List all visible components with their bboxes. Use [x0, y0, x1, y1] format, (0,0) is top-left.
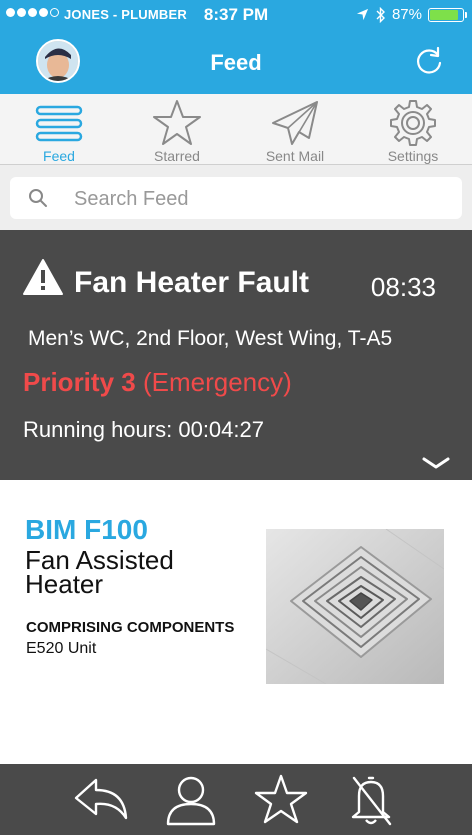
- bluetooth-icon: [376, 6, 385, 23]
- priority-level: (Emergency): [142, 367, 292, 397]
- person-icon[interactable]: [162, 774, 220, 826]
- running-hours-value: 00:04:27: [178, 417, 264, 442]
- ceiling-air-vent-photo: [266, 529, 444, 684]
- tab-feed[interactable]: Feed: [0, 94, 118, 164]
- fault-alert-card[interactable]: Fan Heater Fault 08:33 Men’s WC, 2nd Flo…: [0, 230, 472, 480]
- gear-icon: [390, 100, 436, 146]
- location-arrow-icon: [356, 8, 369, 21]
- asset-name: Fan Assisted Heater: [25, 545, 174, 599]
- tab-starred[interactable]: Starred: [118, 94, 236, 164]
- star-icon[interactable]: [252, 774, 310, 826]
- priority-label: Priority 3: [23, 367, 136, 397]
- search-box[interactable]: [10, 177, 462, 219]
- reply-icon[interactable]: [72, 774, 130, 826]
- warning-icon: [23, 259, 63, 295]
- tab-settings[interactable]: Settings: [354, 94, 472, 164]
- alert-title: Fan Heater Fault: [74, 266, 310, 299]
- page-title: Feed: [210, 50, 262, 75]
- alert-time: 08:33: [370, 272, 436, 302]
- tab-label: Settings: [387, 148, 439, 164]
- tab-sent-mail[interactable]: Sent Mail: [236, 94, 354, 164]
- chevron-down-icon[interactable]: [422, 456, 450, 470]
- running-hours-label: Running hours:: [23, 417, 173, 442]
- search-bar-container: [0, 165, 472, 230]
- status-bar: JONES - PLUMBER 8:37 PM 87%: [0, 0, 472, 30]
- tab-label: Feed: [43, 148, 75, 164]
- components-heading: COMPRISING COMPONENTS: [26, 619, 235, 636]
- alert-location: Men’s WC, 2nd Floor, West Wing, T-A5: [28, 327, 393, 350]
- nav-bar: Feed: [0, 30, 472, 94]
- alert-priority: Priority 3 (Emergency): [23, 367, 292, 398]
- asset-detail: BIM F100 Fan Assisted Heater COMPRISING …: [0, 480, 472, 764]
- menu-lines-icon: [35, 105, 83, 142]
- battery-percent: 87%: [391, 6, 422, 23]
- refresh-icon[interactable]: [414, 46, 444, 76]
- asset-code: BIM F100: [25, 514, 148, 545]
- paper-plane-icon: [272, 101, 318, 145]
- bottom-action-bar: [0, 764, 472, 835]
- running-hours: Running hours: 00:04:27: [23, 417, 264, 443]
- tab-bar: Feed Starred Sent Mail Settings: [0, 94, 472, 165]
- component-item: E520 Unit: [26, 640, 97, 657]
- search-icon: [29, 189, 47, 207]
- tab-label: Starred: [154, 148, 200, 164]
- search-input[interactable]: [72, 183, 446, 215]
- bell-off-icon[interactable]: [342, 774, 400, 826]
- battery-icon: [428, 7, 467, 22]
- tab-label: Sent Mail: [265, 148, 325, 164]
- star-icon: [153, 100, 201, 145]
